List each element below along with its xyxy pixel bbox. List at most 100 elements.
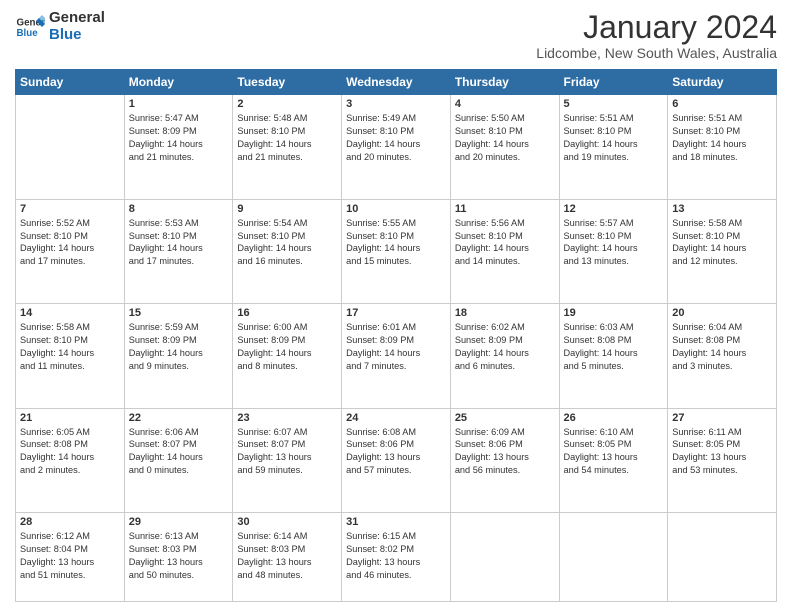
day-number: 15: [129, 307, 229, 319]
cell-content: Sunrise: 5:47 AMSunset: 8:09 PMDaylight:…: [129, 112, 229, 164]
month-title: January 2024: [536, 10, 777, 45]
cell-content: Sunrise: 6:05 AMSunset: 8:08 PMDaylight:…: [20, 426, 120, 478]
cell-content: Sunrise: 6:11 AMSunset: 8:05 PMDaylight:…: [672, 426, 772, 478]
calendar-cell: 12Sunrise: 5:57 AMSunset: 8:10 PMDayligh…: [559, 199, 668, 303]
day-number: 16: [237, 307, 337, 319]
day-number: 2: [237, 98, 337, 110]
weekday-header-thursday: Thursday: [450, 70, 559, 95]
day-number: 25: [455, 412, 555, 424]
cell-content: Sunrise: 5:58 AMSunset: 8:10 PMDaylight:…: [20, 321, 120, 373]
day-number: 27: [672, 412, 772, 424]
calendar-cell: 25 Sunrise: 6:09 AMSunset: 8:06 PMDayligh…: [450, 408, 559, 512]
calendar-cell: 10 Sunrise: 5:55 AMSunset: 8:10 PMDayligh…: [342, 199, 451, 303]
cell-content: Sunrise: 5:54 AMSunset: 8:10 PMDaylight:…: [237, 217, 337, 269]
day-number: 30: [237, 516, 337, 528]
cell-content: Sunrise: 5:51 AMSunset: 8:10 PMDaylight:…: [672, 112, 772, 164]
cell-content: Sunrise: 6:12 AMSunset: 8:04 PMDaylight:…: [20, 530, 120, 582]
calendar-cell: 9 Sunrise: 5:54 AMSunset: 8:10 PMDaylight…: [233, 199, 342, 303]
day-number: 23: [237, 412, 337, 424]
calendar-cell: 29Sunrise: 6:13 AMSunset: 8:03 PMDayligh…: [124, 512, 233, 601]
calendar-cell: 7 Sunrise: 5:52 AMSunset: 8:10 PMDaylight…: [16, 199, 125, 303]
cell-content: Sunrise: 6:01 AMSunset: 8:09 PMDaylight:…: [346, 321, 446, 373]
day-number: 22: [129, 412, 229, 424]
calendar-cell: 22 Sunrise: 6:06 AMSunset: 8:07 PMDayligh…: [124, 408, 233, 512]
day-number: 31: [346, 516, 446, 528]
cell-content: Sunrise: 5:58 AMSunset: 8:10 PMDaylight:…: [672, 217, 772, 269]
calendar-cell: 6Sunrise: 5:51 AMSunset: 8:10 PMDaylight…: [668, 95, 777, 199]
day-number: 10: [346, 203, 446, 215]
day-number: 1: [129, 98, 229, 110]
cell-content: Sunrise: 5:52 AMSunset: 8:10 PMDaylight:…: [20, 217, 120, 269]
day-number: 24: [346, 412, 446, 424]
calendar-week-5: 28 Sunrise: 6:12 AMSunset: 8:04 PMDayligh…: [16, 512, 777, 601]
calendar-week-1: 1 Sunrise: 5:47 AMSunset: 8:09 PMDaylight…: [16, 95, 777, 199]
cell-content: Sunrise: 5:59 AMSunset: 8:09 PMDaylight:…: [129, 321, 229, 373]
page: General Blue General Blue January 2024 L…: [0, 0, 792, 612]
weekday-header-friday: Friday: [559, 70, 668, 95]
day-number: 9: [237, 203, 337, 215]
calendar-cell: 24 Sunrise: 6:08 AMSunset: 8:06 PMDayligh…: [342, 408, 451, 512]
calendar-cell: 18Sunrise: 6:02 AMSunset: 8:09 PMDayligh…: [450, 304, 559, 408]
svg-text:Blue: Blue: [17, 28, 39, 39]
cell-content: Sunrise: 6:15 AMSunset: 8:02 PMDaylight:…: [346, 530, 446, 582]
logo-icon: General Blue: [15, 12, 45, 42]
calendar-cell: 16 Sunrise: 6:00 AMSunset: 8:09 PMDayligh…: [233, 304, 342, 408]
weekday-header-tuesday: Tuesday: [233, 70, 342, 95]
day-number: 5: [564, 98, 664, 110]
weekday-header-monday: Monday: [124, 70, 233, 95]
location: Lidcombe, New South Wales, Australia: [536, 45, 777, 61]
cell-content: Sunrise: 5:57 AMSunset: 8:10 PMDaylight:…: [564, 217, 664, 269]
day-number: 18: [455, 307, 555, 319]
calendar-cell: 8 Sunrise: 5:53 AMSunset: 8:10 PMDaylight…: [124, 199, 233, 303]
cell-content: Sunrise: 6:09 AMSunset: 8:06 PMDaylight:…: [455, 426, 555, 478]
calendar-week-2: 7 Sunrise: 5:52 AMSunset: 8:10 PMDaylight…: [16, 199, 777, 303]
calendar-header-row: SundayMondayTuesdayWednesdayThursdayFrid…: [16, 70, 777, 95]
calendar-cell: 11 Sunrise: 5:56 AMSunset: 8:10 PMDayligh…: [450, 199, 559, 303]
calendar-cell: 3 Sunrise: 5:49 AMSunset: 8:10 PMDaylight…: [342, 95, 451, 199]
day-number: 17: [346, 307, 446, 319]
logo-blue: Blue: [49, 27, 105, 44]
day-number: 29: [129, 516, 229, 528]
day-number: 20: [672, 307, 772, 319]
calendar-cell: [16, 95, 125, 199]
calendar-cell: 28 Sunrise: 6:12 AMSunset: 8:04 PMDayligh…: [16, 512, 125, 601]
cell-content: Sunrise: 6:08 AMSunset: 8:06 PMDaylight:…: [346, 426, 446, 478]
day-number: 4: [455, 98, 555, 110]
cell-content: Sunrise: 5:53 AMSunset: 8:10 PMDaylight:…: [129, 217, 229, 269]
cell-content: Sunrise: 6:03 AMSunset: 8:08 PMDaylight:…: [564, 321, 664, 373]
calendar-cell: 27 Sunrise: 6:11 AMSunset: 8:05 PMDayligh…: [668, 408, 777, 512]
day-number: 28: [20, 516, 120, 528]
cell-content: Sunrise: 5:50 AMSunset: 8:10 PMDaylight:…: [455, 112, 555, 164]
cell-content: Sunrise: 6:00 AMSunset: 8:09 PMDaylight:…: [237, 321, 337, 373]
calendar-cell: 23Sunrise: 6:07 AMSunset: 8:07 PMDayligh…: [233, 408, 342, 512]
cell-content: Sunrise: 6:10 AMSunset: 8:05 PMDaylight:…: [564, 426, 664, 478]
day-number: 7: [20, 203, 120, 215]
cell-content: Sunrise: 5:48 AMSunset: 8:10 PMDaylight:…: [237, 112, 337, 164]
day-number: 19: [564, 307, 664, 319]
calendar-cell: [450, 512, 559, 601]
calendar-cell: 19 Sunrise: 6:03 AMSunset: 8:08 PMDayligh…: [559, 304, 668, 408]
weekday-header-saturday: Saturday: [668, 70, 777, 95]
day-number: 8: [129, 203, 229, 215]
title-block: January 2024 Lidcombe, New South Wales, …: [536, 10, 777, 61]
calendar-table: SundayMondayTuesdayWednesdayThursdayFrid…: [15, 69, 777, 602]
day-number: 3: [346, 98, 446, 110]
calendar-cell: 31 Sunrise: 6:15 AMSunset: 8:02 PMDayligh…: [342, 512, 451, 601]
calendar-cell: [668, 512, 777, 601]
calendar-cell: 2 Sunrise: 5:48 AMSunset: 8:10 PMDaylight…: [233, 95, 342, 199]
cell-content: Sunrise: 5:55 AMSunset: 8:10 PMDaylight:…: [346, 217, 446, 269]
day-number: 14: [20, 307, 120, 319]
day-number: 26: [564, 412, 664, 424]
day-number: 11: [455, 203, 555, 215]
calendar-cell: 26 Sunrise: 6:10 AMSunset: 8:05 PMDayligh…: [559, 408, 668, 512]
cell-content: Sunrise: 6:04 AMSunset: 8:08 PMDaylight:…: [672, 321, 772, 373]
cell-content: Sunrise: 6:06 AMSunset: 8:07 PMDaylight:…: [129, 426, 229, 478]
cell-content: Sunrise: 6:14 AMSunset: 8:03 PMDaylight:…: [237, 530, 337, 582]
logo: General Blue General Blue: [15, 10, 105, 43]
cell-content: Sunrise: 5:56 AMSunset: 8:10 PMDaylight:…: [455, 217, 555, 269]
calendar-week-3: 14 Sunrise: 5:58 AMSunset: 8:10 PMDayligh…: [16, 304, 777, 408]
weekday-header-wednesday: Wednesday: [342, 70, 451, 95]
day-number: 13: [672, 203, 772, 215]
cell-content: Sunrise: 5:49 AMSunset: 8:10 PMDaylight:…: [346, 112, 446, 164]
calendar-week-4: 21Sunrise: 6:05 AMSunset: 8:08 PMDayligh…: [16, 408, 777, 512]
